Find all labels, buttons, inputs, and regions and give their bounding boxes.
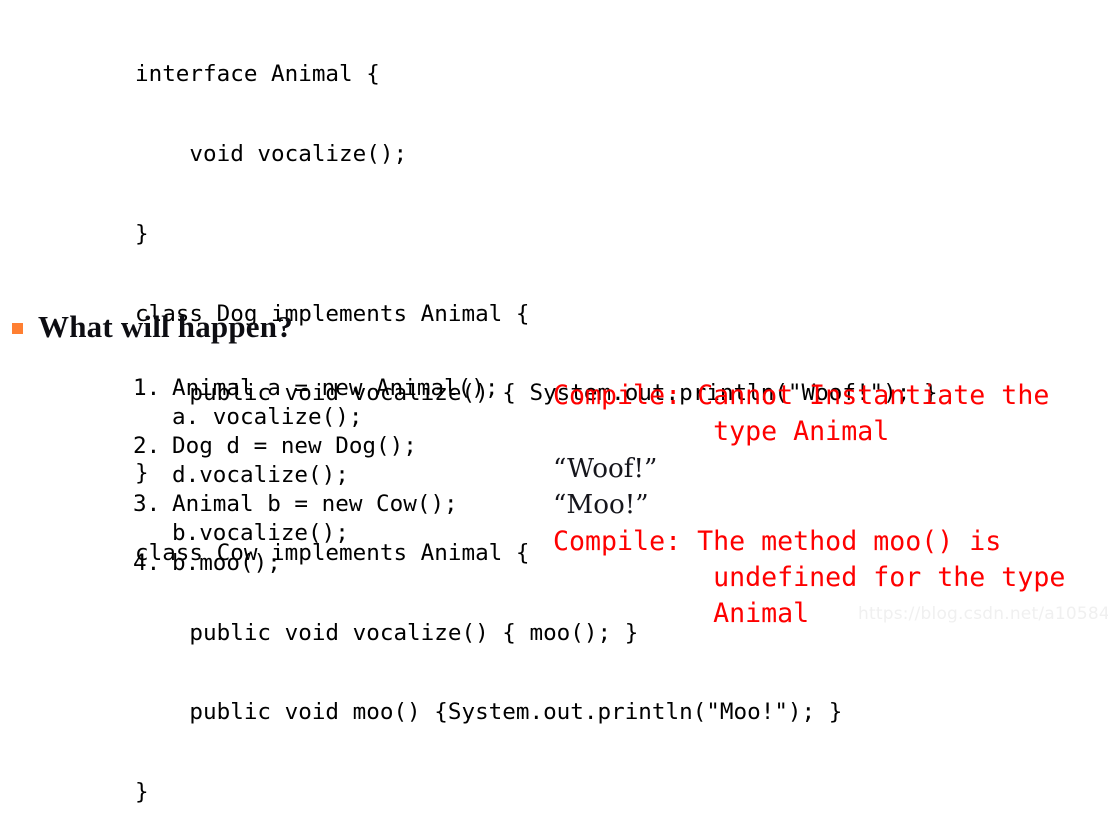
answer-line: type Animal bbox=[553, 416, 890, 448]
code-line: void vocalize(); bbox=[135, 140, 408, 167]
answer-list: Compile: Cannot Instantiate the type Ani… bbox=[553, 378, 1065, 633]
square-bullet-icon bbox=[12, 322, 23, 334]
list-item-marker: 4. bbox=[133, 549, 161, 576]
list-item-line2: a. vocalize(); bbox=[172, 403, 363, 430]
list-item: 2. Dog d = new Dog(); d.vocalize(); bbox=[133, 432, 498, 489]
code-line: } bbox=[135, 220, 149, 247]
code-line: } bbox=[135, 779, 149, 806]
list-item-line1: Animal a = new Animal(); bbox=[172, 375, 499, 401]
answer-line: Compile: The method moo() is bbox=[553, 525, 1002, 557]
list-item-line2: d.vocalize(); bbox=[172, 461, 349, 488]
question-list: 1. Animal a = new Animal(); a. vocalize()… bbox=[133, 374, 498, 578]
list-item-body: b.moo(); bbox=[172, 549, 281, 578]
list-item-line1: Animal b = new Cow(); bbox=[172, 491, 458, 518]
list-item-line1: Dog d = new Dog(); bbox=[172, 433, 417, 460]
list-item-line1: b.moo(); bbox=[172, 549, 281, 576]
watermark: https://blog.csdn.net/a1058420631 bbox=[858, 604, 1108, 624]
list-item: 3. Animal b = new Cow(); b.vocalize(); bbox=[133, 490, 498, 547]
code-line: interface Animal { bbox=[135, 61, 380, 88]
list-item-line2: b.vocalize(); bbox=[172, 519, 349, 546]
list-item-marker: 1. bbox=[133, 375, 161, 401]
page-title: What will happen? bbox=[38, 309, 293, 344]
list-item: 4. b.moo(); bbox=[133, 549, 498, 578]
list-item-marker: 2. bbox=[133, 433, 161, 460]
list-item-body: Animal b = new Cow(); b.vocalize(); bbox=[172, 490, 458, 547]
list-item-marker: 3. bbox=[133, 491, 161, 518]
answer-line: undefined for the type bbox=[553, 562, 1066, 594]
answer-line: Compile: Cannot Instantiate the bbox=[553, 380, 1050, 411]
list-item: 1. Animal a = new Animal(); a. vocalize()… bbox=[133, 374, 498, 431]
slide-heading-row: What will happen? bbox=[12, 310, 293, 344]
answer-line: “Woof!” bbox=[553, 453, 658, 484]
list-item-body: Animal a = new Animal(); a. vocalize(); bbox=[172, 374, 498, 431]
answer-line: “Moo!” bbox=[553, 490, 649, 521]
code-line: public void moo() {System.out.println("M… bbox=[135, 699, 843, 726]
list-item-body: Dog d = new Dog(); d.vocalize(); bbox=[172, 432, 417, 489]
